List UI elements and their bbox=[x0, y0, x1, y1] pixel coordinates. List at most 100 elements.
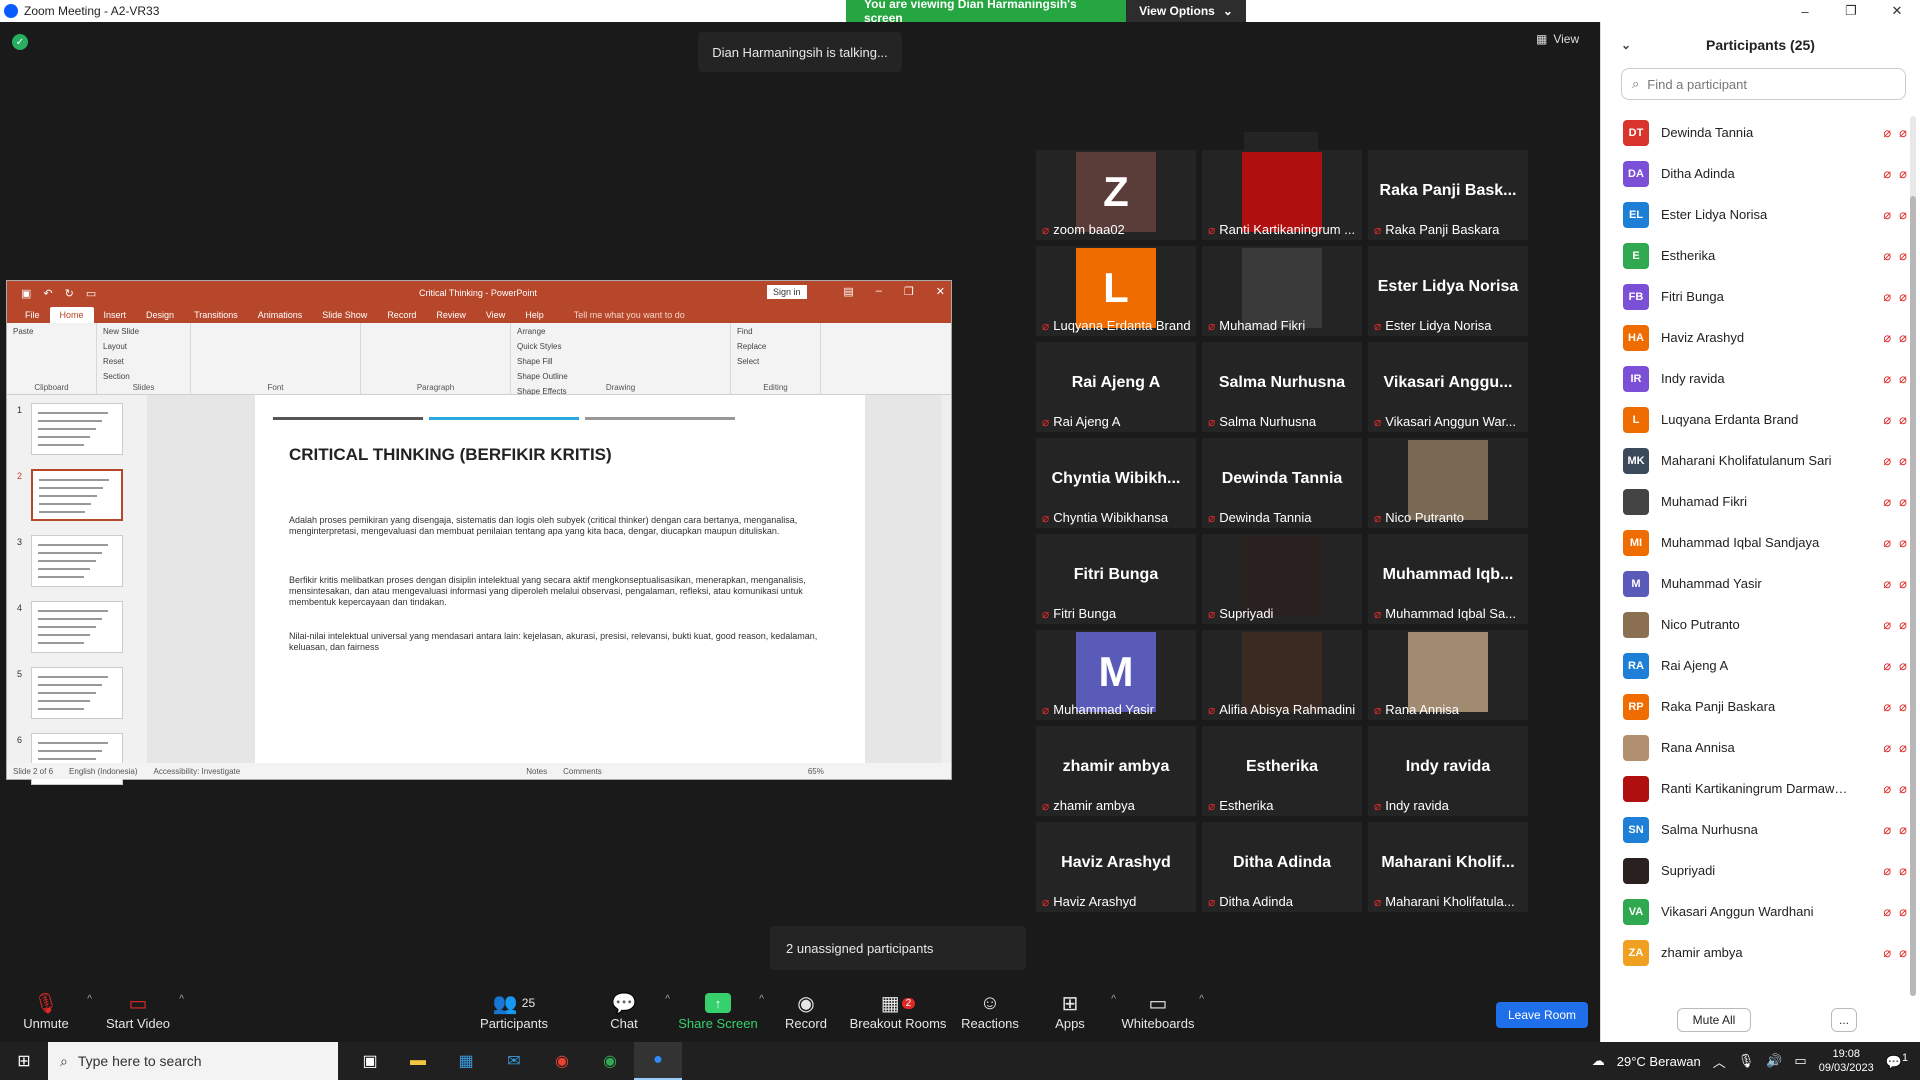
video-tile[interactable]: Salma Nurhusna ⌀ Salma Nurhusna bbox=[1202, 342, 1362, 432]
video-tile[interactable]: Fitri Bunga ⌀ Fitri Bunga bbox=[1036, 534, 1196, 624]
windows-start-icon[interactable]: ⊞ bbox=[0, 1042, 48, 1080]
share-screen-button[interactable]: ↑ Share Screen ^ bbox=[668, 990, 768, 1031]
participant-row[interactable]: MI Muhammad Iqbal Sandjaya ⌀ ⌀ bbox=[1623, 522, 1907, 563]
video-tile[interactable]: ⌀ Muhamad Fikri bbox=[1202, 246, 1362, 336]
ppt-minimize-icon: – bbox=[875, 285, 882, 297]
breakout-rooms-button[interactable]: ▦ 2 Breakout Rooms bbox=[848, 990, 948, 1032]
participant-list-scrollbar[interactable] bbox=[1910, 116, 1916, 996]
video-tile[interactable]: zhamir ambya ⌀ zhamir ambya bbox=[1036, 726, 1196, 816]
participant-search-input[interactable]: ⌕ Find a participant bbox=[1621, 68, 1906, 100]
video-tile[interactable]: M ⌀ Muhammad Yasir bbox=[1036, 630, 1196, 720]
start-video-button[interactable]: ▭ Start Video ^ bbox=[88, 990, 188, 1032]
video-tile[interactable]: ⌀ Nico Putranto bbox=[1368, 438, 1528, 528]
participants-icon: 👥 25 bbox=[492, 992, 536, 1015]
participant-row[interactable]: RP Raka Panji Baskara ⌀ ⌀ bbox=[1623, 686, 1907, 727]
view-options-button[interactable]: View Options ⌄ bbox=[1126, 0, 1246, 22]
unmute-button[interactable]: 🎙 Unmute ^ bbox=[0, 990, 96, 1032]
participants-button[interactable]: 👥 25 Participants bbox=[464, 990, 564, 1032]
participant-row[interactable]: Muhamad Fikri ⌀ ⌀ bbox=[1623, 481, 1907, 522]
video-tile[interactable]: ⌀ Ranti Kartikaningrum ... bbox=[1202, 150, 1362, 240]
video-off-icon: ⌀ bbox=[1899, 329, 1907, 345]
network-icon[interactable]: ▭ bbox=[1794, 1053, 1806, 1069]
participant-row[interactable]: Nico Putranto ⌀ ⌀ bbox=[1623, 604, 1907, 645]
thumb-text-line bbox=[38, 642, 84, 644]
participant-row[interactable]: E Estherika ⌀ ⌀ bbox=[1623, 235, 1907, 276]
unassigned-notice[interactable]: 2 unassigned participants bbox=[770, 926, 1026, 970]
video-tile[interactable]: Ester Lidya Norisa ⌀ Ester Lidya Norisa bbox=[1368, 246, 1528, 336]
shared-screen[interactable]: ▣ ↶ ↻ ▭ Critical Thinking - PowerPoint Sign… bbox=[6, 280, 952, 785]
collapse-chevron-icon[interactable]: ⌄ bbox=[1621, 38, 1631, 52]
video-tile[interactable]: Indy ravida ⌀ Indy ravida bbox=[1368, 726, 1528, 816]
video-tile[interactable]: ⌀ Alifia Abisya Rahmadini bbox=[1202, 630, 1362, 720]
slide-paragraph-2: Berfikir kritis melibatkan proses dengan… bbox=[289, 575, 806, 607]
zoom-app-icon[interactable]: ● bbox=[634, 1042, 682, 1080]
close-button[interactable]: ✕ bbox=[1874, 0, 1920, 22]
notifications-icon[interactable]: 💬1 bbox=[1886, 1052, 1908, 1070]
store-icon[interactable]: ▦ bbox=[442, 1042, 490, 1080]
leave-room-button[interactable]: Leave Room bbox=[1496, 1002, 1588, 1028]
ribbon-group: Font bbox=[191, 323, 361, 394]
video-tile[interactable]: Estherika ⌀ Estherika bbox=[1202, 726, 1362, 816]
participant-row[interactable]: DA Ditha Adinda ⌀ ⌀ bbox=[1623, 153, 1907, 194]
mute-all-button[interactable]: Mute All bbox=[1677, 1008, 1751, 1032]
taskbar-search-input[interactable]: ⌕ Type here to search bbox=[48, 1042, 338, 1080]
video-tile[interactable]: Vikasari Anggu... ⌀ Vikasari Anggun War... bbox=[1368, 342, 1528, 432]
video-tile[interactable]: Raka Panji Bask... ⌀ Raka Panji Baskara bbox=[1368, 150, 1528, 240]
video-tile[interactable]: Z ⌀ zoom baa02 bbox=[1036, 150, 1196, 240]
participant-row[interactable]: Rana Annisa ⌀ ⌀ bbox=[1623, 727, 1907, 768]
video-tile[interactable]: Maharani Kholif... ⌀ Maharani Kholifatula.… bbox=[1368, 822, 1528, 912]
video-tile[interactable]: Haviz Arashyd ⌀ Haviz Arashyd bbox=[1036, 822, 1196, 912]
participant-row[interactable]: Ranti Kartikaningrum Darmawa... ⌀ ⌀ bbox=[1623, 768, 1907, 809]
video-tile[interactable]: Rai Ajeng A ⌀ Rai Ajeng A bbox=[1036, 342, 1196, 432]
task-view-icon[interactable]: ▣ bbox=[346, 1042, 394, 1080]
mail-icon[interactable]: ✉ bbox=[490, 1042, 538, 1080]
ribbon-item: Select bbox=[737, 357, 760, 366]
video-tile[interactable]: ⌀ Supriyadi bbox=[1202, 534, 1362, 624]
tile-name-label: zhamir ambya bbox=[1053, 798, 1135, 813]
video-tile[interactable]: Muhammad Iqb... ⌀ Muhammad Iqbal Sa... bbox=[1368, 534, 1528, 624]
participant-row[interactable]: MK Maharani Kholifatulanum Sari ⌀ ⌀ bbox=[1623, 440, 1907, 481]
chrome-profile-icon[interactable]: ◉ bbox=[586, 1042, 634, 1080]
chat-button[interactable]: 💬 Chat ^ bbox=[574, 990, 674, 1032]
maximize-button[interactable]: ❐ bbox=[1828, 0, 1874, 22]
participant-row[interactable]: ZA zhamir ambya ⌀ ⌀ bbox=[1623, 932, 1907, 973]
participant-avatar bbox=[1623, 488, 1649, 515]
weather-text[interactable]: 29°C Berawan bbox=[1617, 1054, 1701, 1069]
tile-name: ⌀ Muhamad Fikri bbox=[1208, 318, 1358, 333]
slide-thumbnail bbox=[31, 403, 123, 455]
participant-row[interactable]: IR Indy ravida ⌀ ⌀ bbox=[1623, 358, 1907, 399]
participant-row[interactable]: L Luqyana Erdanta Brand ⌀ ⌀ bbox=[1623, 399, 1907, 440]
video-tile[interactable]: Chyntia Wibikh... ⌀ Chyntia Wibikhansa bbox=[1036, 438, 1196, 528]
participant-status: ⌀ ⌀ bbox=[1861, 617, 1907, 633]
participant-row[interactable]: EL Ester Lidya Norisa ⌀ ⌀ bbox=[1623, 194, 1907, 235]
participant-row[interactable]: DT Dewinda Tannia ⌀ ⌀ bbox=[1623, 112, 1907, 153]
participant-row[interactable]: M Muhammad Yasir ⌀ ⌀ bbox=[1623, 563, 1907, 604]
apps-button[interactable]: ⊞ Apps ^ bbox=[1020, 990, 1120, 1032]
video-tile[interactable]: Ditha Adinda ⌀ Ditha Adinda bbox=[1202, 822, 1362, 912]
tray-chevron-icon[interactable]: ︿ bbox=[1713, 1052, 1726, 1071]
volume-icon[interactable]: 🔊 bbox=[1766, 1053, 1782, 1069]
video-tile[interactable]: Dewinda Tannia ⌀ Dewinda Tannia bbox=[1202, 438, 1362, 528]
security-shield-icon[interactable]: ✓ bbox=[12, 34, 28, 50]
minimize-button[interactable]: – bbox=[1782, 0, 1828, 22]
participant-row[interactable]: FB Fitri Bunga ⌀ ⌀ bbox=[1623, 276, 1907, 317]
ppt-tab: Transitions bbox=[194, 310, 238, 320]
clock[interactable]: 19:08 09/03/2023 bbox=[1819, 1047, 1874, 1075]
participant-row[interactable]: VA Vikasari Anggun Wardhani ⌀ ⌀ bbox=[1623, 891, 1907, 932]
video-tile[interactable]: ⌀ Rana Annisa bbox=[1368, 630, 1528, 720]
more-options-button[interactable]: ... bbox=[1831, 1008, 1857, 1032]
view-button[interactable]: ▦ View bbox=[1536, 32, 1579, 46]
participant-row[interactable]: HA Haviz Arashyd ⌀ ⌀ bbox=[1623, 317, 1907, 358]
participant-name: Rai Ajeng A bbox=[1661, 658, 1729, 673]
participant-row[interactable]: RA Rai Ajeng A ⌀ ⌀ bbox=[1623, 645, 1907, 686]
chrome-icon[interactable]: ◉ bbox=[538, 1042, 586, 1080]
video-off-icon: ⌀ bbox=[1899, 657, 1907, 673]
whiteboards-button[interactable]: ▭ Whiteboards ^ bbox=[1108, 990, 1208, 1032]
participant-row[interactable]: SN Salma Nurhusna ⌀ ⌀ bbox=[1623, 809, 1907, 850]
mic-muted-icon: ⌀ bbox=[1374, 222, 1382, 237]
participant-row[interactable]: Supriyadi ⌀ ⌀ bbox=[1623, 850, 1907, 891]
file-explorer-icon[interactable]: ▬ bbox=[394, 1042, 442, 1080]
record-button[interactable]: ◉ Record bbox=[756, 990, 856, 1032]
video-tile[interactable]: L ⌀ Luqyana Erdanta Brand bbox=[1036, 246, 1196, 336]
participant-avatar: DA bbox=[1623, 160, 1649, 187]
